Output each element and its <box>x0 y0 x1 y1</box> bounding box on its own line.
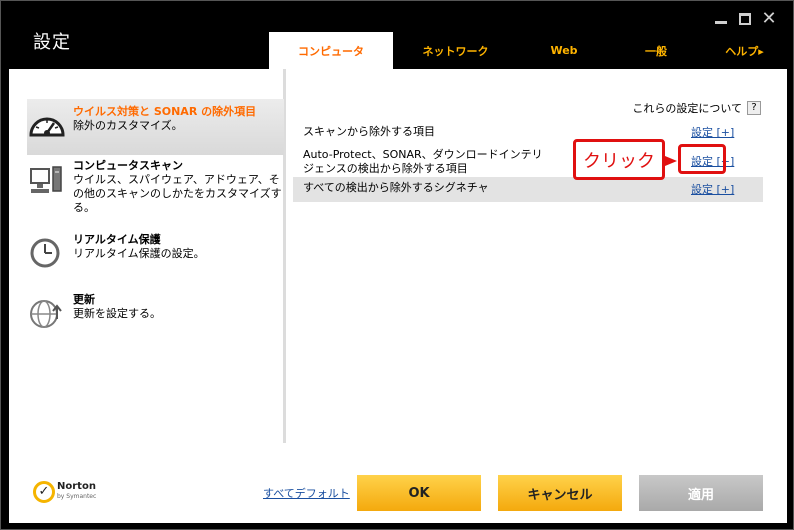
annotation-highlight-box <box>678 144 726 174</box>
about-settings: これらの設定について ? <box>632 100 761 116</box>
brand-sub: by Symantec <box>57 493 97 500</box>
help-button[interactable]: ? <box>747 101 761 115</box>
close-icon: ✕ <box>761 8 777 29</box>
tab-help[interactable]: ヘルプ▸ <box>702 32 787 69</box>
computer-scan-icon <box>27 163 73 203</box>
setting-label: すべての検出から除外するシグネチャ <box>303 181 489 194</box>
tab-computer[interactable]: コンピュータ <box>269 32 393 69</box>
sidebar: ウイルス対策と SONAR の除外項目 除外のカスタマイズ。 コンピュータスキャ… <box>9 69 286 443</box>
norton-logo: ✓ Norton by Symantec <box>33 481 96 503</box>
sidebar-item-desc: リアルタイム保護の設定。 <box>73 247 205 260</box>
close-button[interactable]: ✕ <box>761 8 777 29</box>
sidebar-item-text: リアルタイム保護 リアルタイム保護の設定。 <box>73 233 205 273</box>
norton-check-icon: ✓ <box>33 481 55 503</box>
footer: ✓ Norton by Symantec すべてデフォルト OK キャンセル 適… <box>9 443 787 523</box>
minimize-button[interactable] <box>713 11 729 27</box>
sidebar-item-text: 更新 更新を設定する。 <box>73 293 161 333</box>
sidebar-item-title: 更新 <box>73 293 95 306</box>
tab-network[interactable]: ネットワーク <box>393 32 518 69</box>
clock-icon <box>27 237 73 277</box>
about-settings-label: これらの設定について <box>632 102 742 115</box>
window-title: 設定 <box>33 32 71 53</box>
globe-update-icon <box>27 297 73 337</box>
sidebar-item-update[interactable]: 更新 更新を設定する。 <box>27 293 284 333</box>
maximize-icon <box>739 13 751 25</box>
annotation-arrow <box>665 156 677 166</box>
list-item: スキャンから除外する項目 設定 [+] <box>293 121 763 144</box>
apply-button[interactable]: 適用 <box>639 475 763 511</box>
sidebar-item-text: コンピュータスキャン ウイルス、スパイウェア、アドウェア、その他のスキャンのしか… <box>73 159 284 221</box>
setting-label: Auto-Protect、SONAR、ダウンロードインテリジェンスの検出から除外… <box>303 148 543 175</box>
tab-general[interactable]: 一般 <box>610 32 702 69</box>
tab-bar: コンピュータ ネットワーク Web 一般 ヘルプ▸ <box>269 32 787 69</box>
settings-window: 設定 ✕ コンピュータ ネットワーク Web 一般 ヘルプ▸ ウイルス対策と S… <box>0 0 794 530</box>
maximize-button[interactable] <box>737 11 753 27</box>
content-panel: ウイルス対策と SONAR の除外項目 除外のカスタマイズ。 コンピュータスキャ… <box>9 69 787 523</box>
tab-web[interactable]: Web <box>518 32 610 69</box>
sidebar-item-title: コンピュータスキャン <box>73 159 183 172</box>
sidebar-item-text: ウイルス対策と SONAR の除外項目 除外のカスタマイズ。 <box>73 105 256 155</box>
click-annotation: クリック <box>573 139 665 180</box>
configure-link[interactable]: 設定 [+] <box>691 183 734 197</box>
setting-label: スキャンから除外する項目 <box>303 125 435 138</box>
sidebar-item-title: リアルタイム保護 <box>73 233 161 246</box>
cancel-button[interactable]: キャンセル <box>498 475 622 511</box>
restore-defaults-link[interactable]: すべてデフォルト <box>263 485 350 501</box>
sidebar-item-desc: 更新を設定する。 <box>73 307 161 320</box>
sidebar-item-exclusions[interactable]: ウイルス対策と SONAR の除外項目 除外のカスタマイズ。 <box>27 99 284 155</box>
sidebar-item-desc: ウイルス、スパイウェア、アドウェア、その他のスキャンのしかたをカスタマイズする。 <box>73 173 282 214</box>
list-item: すべての検出から除外するシグネチャ 設定 [+] <box>293 177 763 202</box>
sidebar-item-title: ウイルス対策と SONAR の除外項目 <box>73 105 257 118</box>
brand-name: Norton <box>57 481 96 492</box>
sidebar-item-computer-scan[interactable]: コンピュータスキャン ウイルス、スパイウェア、アドウェア、その他のスキャンのしか… <box>27 159 284 221</box>
configure-link[interactable]: 設定 [+] <box>691 126 734 140</box>
sidebar-item-realtime-protection[interactable]: リアルタイム保護 リアルタイム保護の設定。 <box>27 233 284 273</box>
ok-button[interactable]: OK <box>357 475 481 511</box>
minimize-icon <box>715 20 727 24</box>
speedometer-icon <box>27 109 73 149</box>
sidebar-item-desc: 除外のカスタマイズ。 <box>73 119 183 132</box>
window-controls: ✕ <box>713 8 777 29</box>
